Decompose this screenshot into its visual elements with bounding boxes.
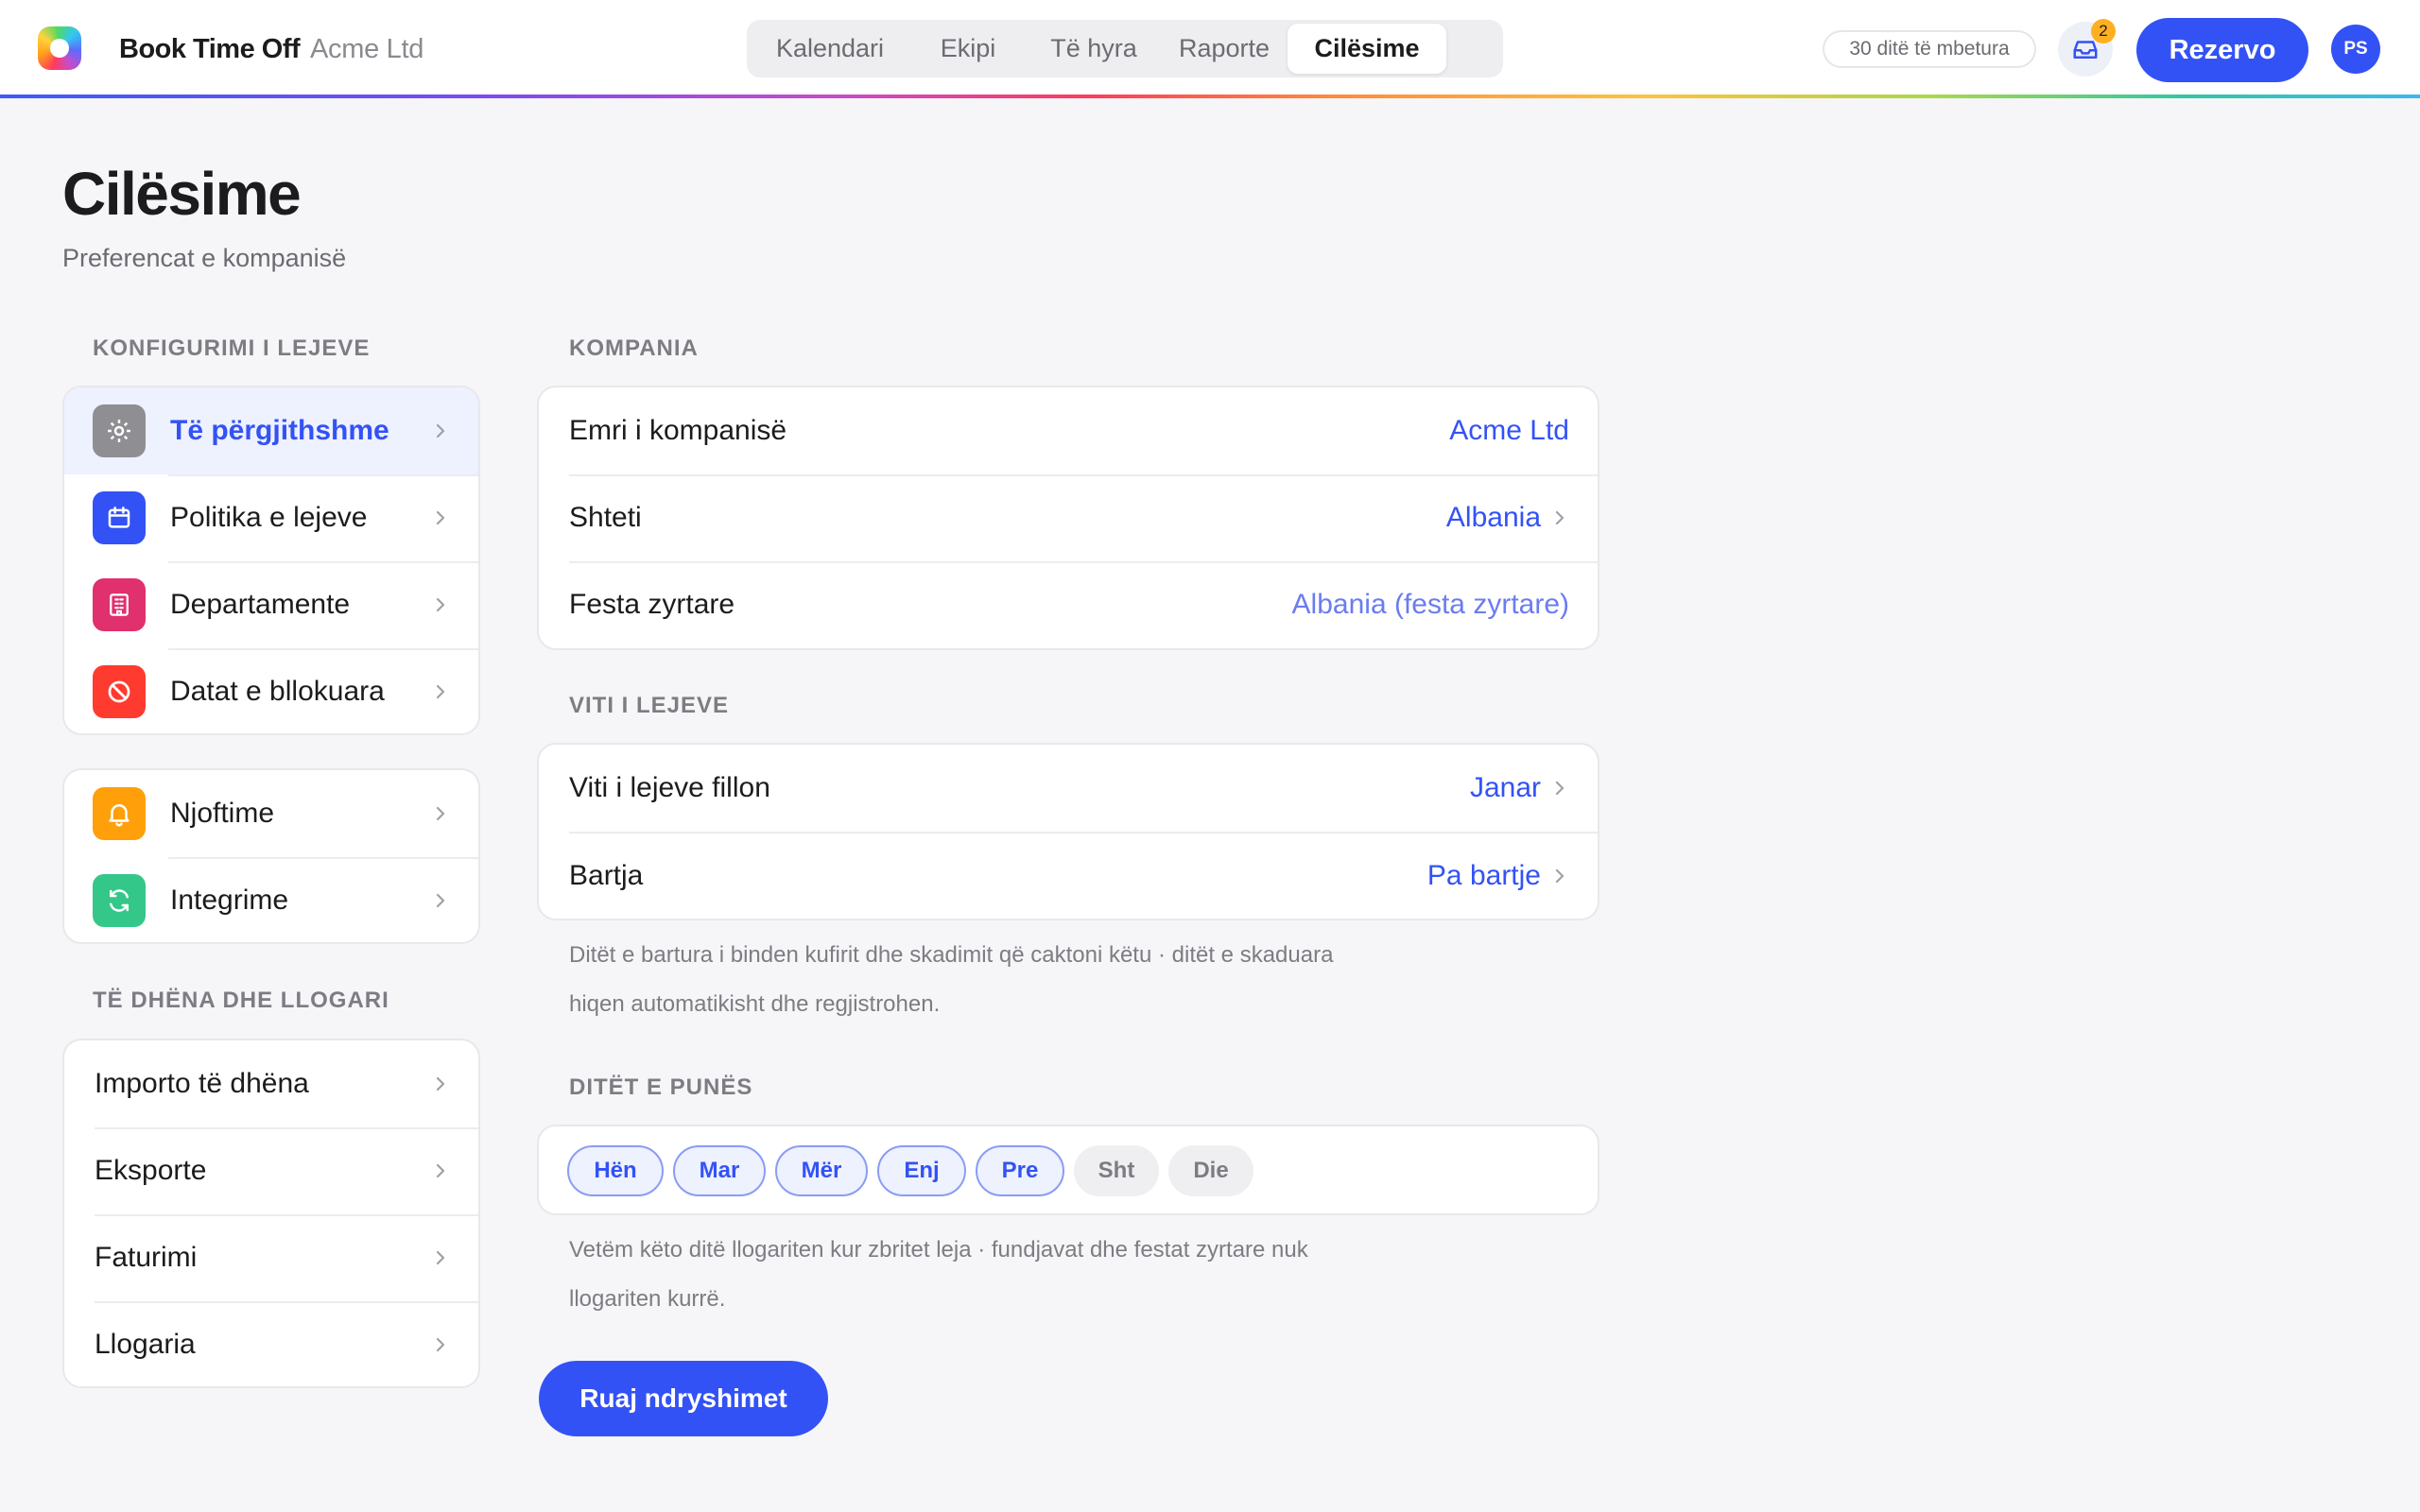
carryover-row[interactable]: Bartja Pa bartje [539, 832, 1598, 919]
inbox-count-badge: 2 [2091, 19, 2116, 43]
chevron-right-icon [431, 1335, 450, 1354]
carryover-value: Pa bartje [1426, 860, 1541, 891]
carryover-help-text: Ditët e bartura i binden kufirit dhe ska… [569, 931, 1333, 1029]
sidebar-item-notifications[interactable]: Njoftime [64, 770, 478, 857]
company-name-value[interactable]: Acme Ltd [1449, 415, 1569, 447]
country-label: Shteti [569, 502, 642, 533]
chevron-right-icon [431, 1161, 450, 1180]
building-icon [93, 578, 146, 631]
sidebar-item-label: Departamente [170, 589, 351, 620]
leave-year-section-label: VITI I LEJEVE [569, 693, 730, 718]
avatar[interactable]: PS [2331, 25, 2380, 74]
carryover-help-line-2: hiqen automatikisht dhe regjistrohen. [569, 991, 941, 1017]
public-holidays-row: Festa zyrtare Albania (festa zyrtare) [539, 561, 1598, 648]
chevron-right-icon [431, 804, 450, 823]
sidebar-item-label: Njoftime [170, 798, 275, 829]
sidebar-item-integrations[interactable]: Integrime [64, 857, 478, 942]
days-left-badge: 30 ditë të mbetura [1823, 30, 2036, 68]
app-name: Book Time Off [119, 34, 301, 64]
chevron-right-icon [431, 891, 450, 910]
sidebar-section-leave-config: KONFIGURIMI I LEJEVE [93, 335, 371, 361]
sidebar-item-label: Llogaria [95, 1329, 196, 1360]
sidebar-item-label: Të përgjithshme [170, 415, 389, 446]
carryover-help-line-1: Ditët e bartura i binden kufirit dhe ska… [569, 942, 1334, 968]
sidebar-item-import[interactable]: Importo të dhëna [64, 1040, 478, 1127]
sidebar-item-exports[interactable]: Eksporte [64, 1127, 478, 1214]
app-logo-icon[interactable] [38, 26, 81, 70]
work-days-toggles: Hën Mar Mër Enj Pre Sht Die [567, 1145, 1253, 1196]
chevron-right-icon [1550, 867, 1569, 885]
page-title: Cilësime [62, 160, 302, 228]
sidebar-item-label: Datat e bllokuara [170, 676, 385, 707]
blocked-icon [93, 665, 146, 718]
sync-icon [93, 874, 146, 927]
day-toggle-thu[interactable]: Enj [877, 1145, 966, 1196]
work-days-help-text: Vetëm këto ditë llogariten kur zbritet l… [569, 1226, 1308, 1324]
leave-year-start-row[interactable]: Viti i lejeve fillon Janar [539, 745, 1598, 832]
sidebar-item-label: Importo të dhëna [95, 1068, 309, 1099]
company-name: Acme Ltd [310, 34, 424, 64]
company-section-label: KOMPANIA [569, 335, 699, 361]
sidebar-item-account[interactable]: Llogaria [64, 1301, 478, 1386]
chevron-right-icon [431, 1074, 450, 1093]
bell-icon [93, 787, 146, 840]
public-holidays-value: Albania (festa zyrtare) [1291, 589, 1569, 620]
sidebar-leave-card: Të përgjithshme Politika e lejeve Depart… [62, 386, 480, 735]
day-toggle-tue[interactable]: Mar [673, 1145, 766, 1196]
calendar-icon [93, 491, 146, 544]
tab-team[interactable]: Ekipi [909, 24, 1027, 74]
leave-year-start-value: Janar [1469, 772, 1541, 803]
chevron-right-icon [431, 508, 450, 527]
tab-settings[interactable]: Cilësime [1288, 24, 1446, 74]
day-toggle-mon[interactable]: Hën [567, 1145, 664, 1196]
sidebar-data-card: Importo të dhëna Eksporte Faturimi Lloga… [62, 1039, 480, 1388]
company-name-label: Emri i kompanisë [569, 415, 787, 446]
header-rainbow-divider [0, 94, 2420, 98]
company-name-row[interactable]: Emri i kompanisë Acme Ltd [539, 387, 1598, 474]
day-toggle-wed[interactable]: Mër [775, 1145, 868, 1196]
sidebar-item-billing[interactable]: Faturimi [64, 1214, 478, 1301]
sidebar-item-label: Faturimi [95, 1242, 198, 1273]
sidebar-item-blocked-dates[interactable]: Datat e bllokuara [64, 648, 478, 733]
leave-year-start-label: Viti i lejeve fillon [569, 772, 770, 803]
sidebar-item-general[interactable]: Të përgjithshme [64, 387, 478, 474]
chevron-right-icon [1550, 779, 1569, 798]
work-days-help-line-1: Vetëm këto ditë llogariten kur zbritet l… [569, 1237, 1308, 1263]
chevron-right-icon [1550, 508, 1569, 527]
public-holidays-label: Festa zyrtare [569, 589, 735, 620]
sidebar-item-leave-policy[interactable]: Politika e lejeve [64, 474, 478, 561]
day-toggle-fri[interactable]: Pre [976, 1145, 1064, 1196]
save-changes-button[interactable]: Ruaj ndryshimet [539, 1361, 828, 1436]
top-bar: Book Time Off Acme Ltd Kalendari Ekipi T… [0, 0, 2420, 97]
chevron-right-icon [431, 595, 450, 614]
sidebar-section-data-account: TË DHËNA DHE LLOGARI [93, 988, 389, 1013]
country-row[interactable]: Shteti Albania [539, 474, 1598, 561]
chevron-right-icon [431, 1248, 450, 1267]
sidebar-item-label: Integrime [170, 885, 289, 916]
main-nav-tabs: Kalendari Ekipi Të hyra Raporte Cilësime [747, 20, 1503, 77]
day-toggle-sat[interactable]: Sht [1074, 1145, 1159, 1196]
work-days-help-line-2: llogariten kurrë. [569, 1286, 726, 1312]
gear-icon [93, 404, 146, 457]
sidebar-item-label: Eksporte [95, 1155, 207, 1186]
company-card: Emri i kompanisë Acme Ltd Shteti Albania… [537, 386, 1599, 650]
day-toggle-sun[interactable]: Die [1168, 1145, 1253, 1196]
tab-calendar[interactable]: Kalendari [751, 24, 909, 74]
chevron-right-icon [431, 682, 450, 701]
leave-year-card: Viti i lejeve fillon Janar Bartja Pa bar… [537, 743, 1599, 920]
tab-inbox[interactable]: Të hyra [1027, 24, 1161, 74]
book-button[interactable]: Rezervo [2136, 18, 2308, 82]
sidebar-item-label: Politika e lejeve [170, 502, 368, 533]
sidebar-other-card: Njoftime Integrime [62, 768, 480, 944]
chevron-right-icon [431, 421, 450, 440]
carryover-label: Bartja [569, 860, 644, 891]
work-days-section-label: DITËT E PUNËS [569, 1074, 753, 1100]
tab-reports[interactable]: Raporte [1161, 24, 1288, 74]
page-subtitle: Preferencat e kompanisë [62, 244, 347, 272]
sidebar-item-departments[interactable]: Departamente [64, 561, 478, 648]
country-value: Albania [1445, 502, 1541, 533]
